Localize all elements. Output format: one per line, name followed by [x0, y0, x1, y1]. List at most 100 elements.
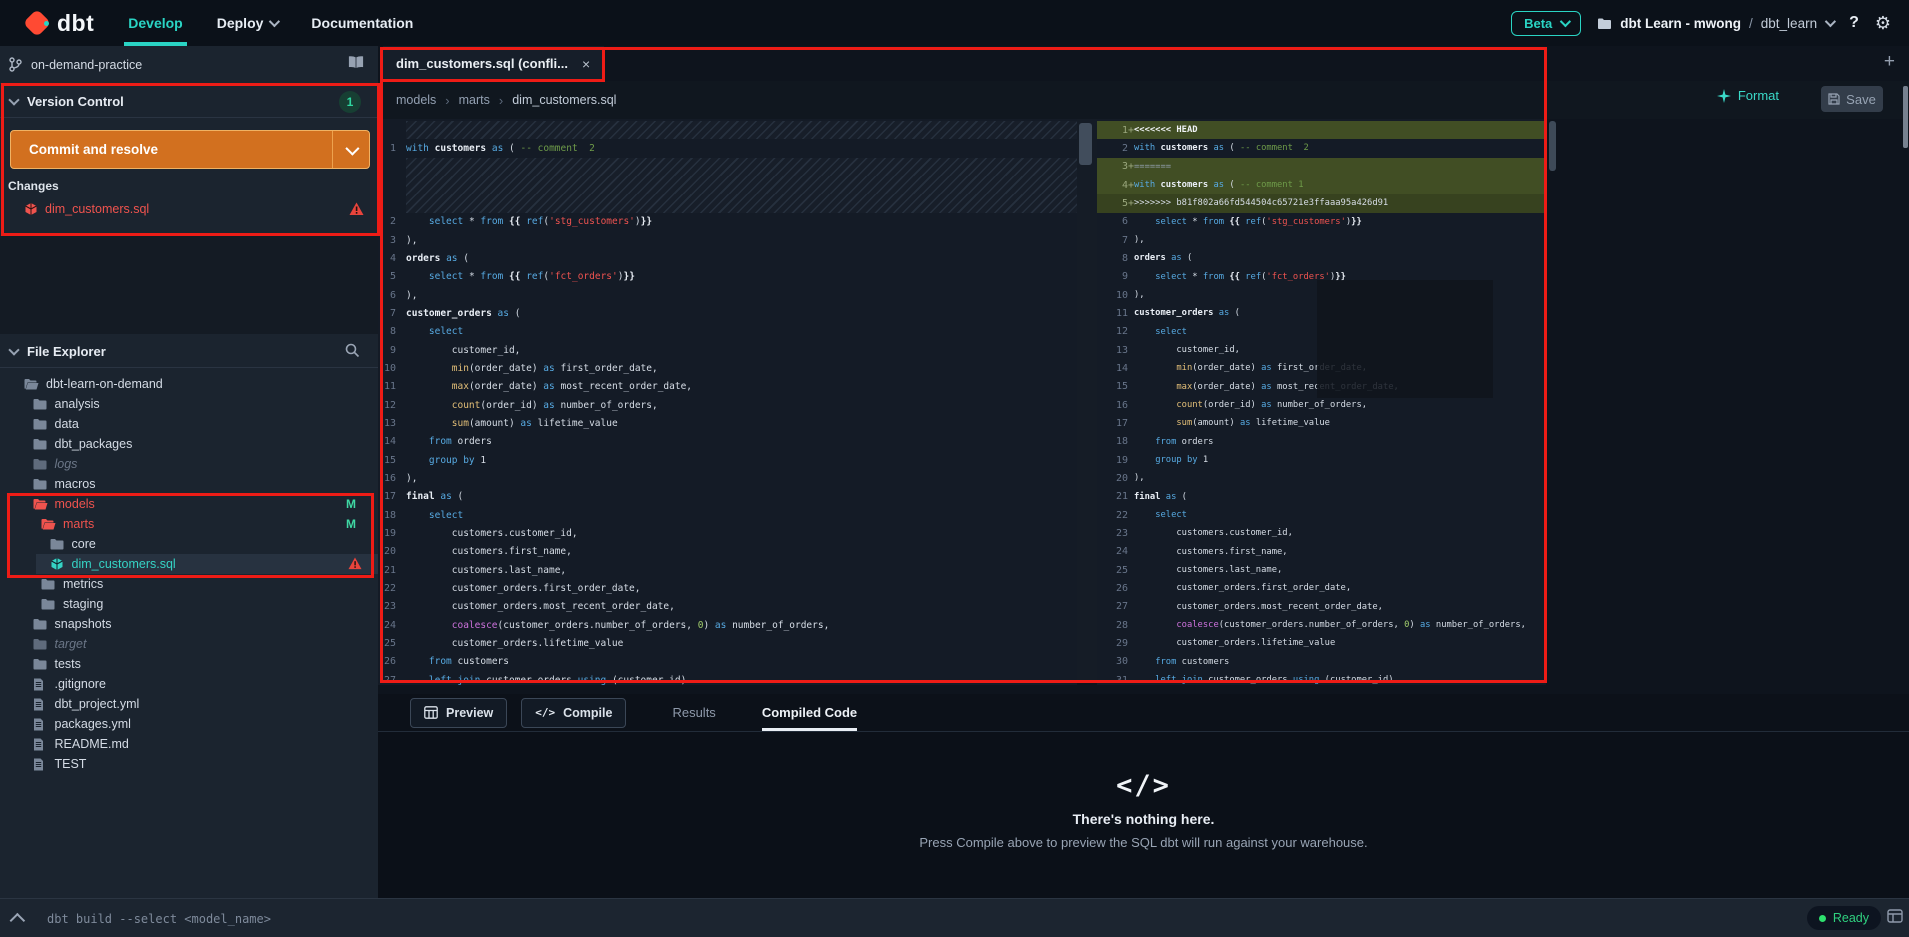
code-icon-large: </>: [1116, 770, 1171, 801]
preview-button[interactable]: Preview: [410, 697, 508, 728]
breadcrumb-marts[interactable]: marts: [459, 93, 490, 107]
commit-and-resolve-button[interactable]: Commit and resolve: [10, 130, 370, 169]
code-line: 7 customer_orders as (: [389, 307, 521, 319]
code-line: 2 with customers as ( -- comment 2: [1121, 142, 1309, 154]
code-line: 18 select: [383, 509, 464, 521]
tree-item-packages-yml[interactable]: packages.yml: [0, 714, 378, 734]
nav-documentation[interactable]: Documentation: [311, 0, 413, 46]
new-tab-button[interactable]: +: [1884, 51, 1895, 73]
file-explorer-header[interactable]: File Explorer: [0, 334, 378, 368]
file-icon: [33, 738, 48, 751]
tree-item-metrics[interactable]: metrics: [0, 574, 378, 594]
breadcrumb-models[interactable]: models: [396, 93, 436, 107]
file-icon: [33, 758, 48, 771]
code-line: 24 coalesce (customer_orders.number_of_or…: [383, 619, 830, 631]
folder-icon: [41, 578, 56, 590]
tree-item-label: staging: [63, 597, 104, 611]
dbt-logo[interactable]: dbt: [22, 8, 94, 38]
beta-toggle[interactable]: Beta: [1511, 10, 1582, 36]
code-line: 12 count (order_id) as number_of_orders,: [383, 399, 658, 411]
tree-item-label: snapshots: [54, 617, 112, 631]
changed-file-row[interactable]: dim_customers.sql: [0, 198, 378, 220]
tree-item-staging[interactable]: staging: [0, 594, 378, 614]
folder-icon: [33, 418, 48, 430]
code-line: 13 sum (amount) as lifetime_value: [383, 417, 618, 429]
tree-item-tests[interactable]: tests: [0, 654, 378, 674]
compile-button[interactable]: </> Compile: [521, 697, 627, 728]
chevron-up-icon[interactable]: [9, 912, 26, 929]
tree-item-dbt-packages[interactable]: dbt_packages: [0, 434, 378, 454]
git-branch-icon: [9, 57, 22, 72]
folder-icon: [1598, 18, 1612, 29]
save-button[interactable]: Save: [1821, 86, 1883, 112]
tree-item-label: marts: [63, 517, 95, 531]
file-icon: [33, 718, 48, 731]
command-input[interactable]: dbt build --select <model_name>: [47, 912, 271, 926]
nav-develop[interactable]: Develop: [124, 0, 188, 46]
docs-book-icon[interactable]: [347, 55, 365, 75]
tree-item-target[interactable]: target: [0, 634, 378, 654]
tree-item-dbt-learn-on-demand[interactable]: dbt-learn-on-demand: [0, 374, 378, 394]
tree-item-readme-md[interactable]: README.md: [0, 734, 378, 754]
breadcrumb: models › marts › dim_customers.sql: [396, 93, 616, 108]
code-line: 18 from orders: [1115, 436, 1214, 448]
tree-item-models[interactable]: models M: [0, 494, 378, 514]
panel-toggle-icon[interactable]: [1887, 909, 1903, 928]
tree-item--gitignore[interactable]: .gitignore: [0, 674, 378, 694]
editor-right-pane[interactable]: 1 + <<<<<<< HEAD 2 with customers as ( -- co…: [1097, 119, 1546, 685]
left-pane-scrollbar[interactable]: [1077, 119, 1097, 683]
chevron-right-icon: ›: [498, 92, 504, 108]
editor-left-pane[interactable]: 1 with customers as ( -- comment 2 2 selec…: [378, 119, 1077, 685]
version-control-title: Version Control: [27, 94, 124, 109]
code-line: 7),: [1121, 234, 1145, 246]
code-line: 3),: [389, 234, 418, 246]
search-icon[interactable]: [345, 343, 360, 363]
code-line: 26 from customers: [383, 656, 509, 668]
commit-options-dropdown[interactable]: [332, 131, 369, 168]
editor-toolbar: models › marts › dim_customers.sql Forma…: [378, 81, 1909, 119]
code-line: 3 + =======: [1097, 157, 1546, 176]
tree-item-data[interactable]: data: [0, 414, 378, 434]
tree-item-logs[interactable]: logs: [0, 454, 378, 474]
close-icon[interactable]: ×: [582, 56, 590, 72]
code-line: 25 customer_orders.lifetime_value: [383, 637, 624, 649]
diff-filler-row: [378, 194, 1077, 213]
tab-compiled-code[interactable]: Compiled Code: [761, 694, 858, 731]
folder-icon: [33, 478, 48, 490]
tree-item-marts[interactable]: marts M: [0, 514, 378, 534]
version-control-header[interactable]: Version Control: [0, 84, 378, 118]
editor-scrollbar-thumb[interactable]: [1549, 121, 1556, 171]
tree-item-macros[interactable]: macros: [0, 474, 378, 494]
dark-overlay-artifact: [1317, 280, 1493, 398]
branch-selector[interactable]: on-demand-practice: [9, 57, 142, 72]
tree-item-label: core: [71, 537, 96, 551]
code-line: 17 sum (amount) as lifetime_value: [1115, 417, 1330, 429]
tree-item-label: logs: [54, 457, 78, 471]
scrollbar-thumb[interactable]: [1079, 123, 1092, 165]
tree-item-core[interactable]: core: [0, 534, 378, 554]
tab-dim-customers[interactable]: dim_customers.sql (confli... ×: [383, 46, 604, 81]
tree-item-dbt-project-yml[interactable]: dbt_project.yml: [0, 694, 378, 714]
tab-results[interactable]: Results: [672, 694, 715, 731]
tree-item-snapshots[interactable]: snapshots: [0, 614, 378, 634]
window-scrollbar-thumb[interactable]: [1903, 86, 1908, 148]
code-line: 5 select * from {{ ref('fct_orders')}}: [389, 271, 635, 283]
tree-item-test[interactable]: TEST: [0, 754, 378, 774]
breadcrumb-file[interactable]: dim_customers.sql: [512, 93, 616, 107]
help-icon[interactable]: ?: [1849, 14, 1859, 32]
tree-item-label: README.md: [54, 737, 129, 751]
tree-item-dim-customers-sql[interactable]: dim_customers.sql: [0, 554, 378, 574]
changes-count-badge: 1: [339, 91, 361, 113]
code-line: 23 customer_orders.most_recent_order_dat…: [383, 601, 675, 613]
nav-deploy[interactable]: Deploy: [217, 0, 281, 46]
changes-label: Changes: [8, 179, 59, 193]
conflict-warning-icon: [348, 557, 362, 573]
project-selector[interactable]: dbt Learn - mwong / dbt_learn: [1597, 15, 1837, 31]
tree-item-analysis[interactable]: analysis: [0, 394, 378, 414]
format-button[interactable]: Format: [1716, 88, 1779, 103]
breadcrumb-separator: /: [1749, 15, 1753, 31]
folder-icon: [33, 458, 48, 470]
diff-filler-row: [378, 157, 1077, 176]
code-line: 28 coalesce (customer_orders.number_of_or…: [1115, 619, 1526, 631]
gear-icon[interactable]: ⚙: [1875, 13, 1891, 34]
